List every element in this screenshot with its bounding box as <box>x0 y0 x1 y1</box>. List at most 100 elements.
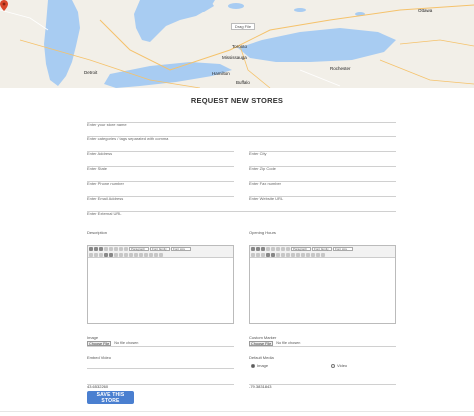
zip-field[interactable] <box>249 157 396 173</box>
email-field[interactable] <box>87 187 234 203</box>
bold-icon[interactable] <box>89 247 93 251</box>
save-store-button[interactable]: SAVE THIS STORE <box>87 391 134 404</box>
cut-icon[interactable] <box>89 252 93 257</box>
opening-hours-editor-toolbar: Paragraph Font family Font size <box>250 246 395 258</box>
image-icon[interactable] <box>306 252 310 257</box>
align-center-icon[interactable] <box>276 247 280 251</box>
cut-icon[interactable] <box>251 252 255 257</box>
categories-field[interactable] <box>87 127 396 143</box>
italic-icon[interactable] <box>256 247 260 251</box>
format-select[interactable]: Paragraph <box>129 247 149 251</box>
strikethrough-icon[interactable] <box>104 247 108 251</box>
bold-icon[interactable] <box>251 247 255 251</box>
align-right-icon[interactable] <box>281 247 285 251</box>
description-editor-toolbar: Paragraph Font family Font size <box>88 246 233 258</box>
bullet-list-icon[interactable] <box>266 252 270 257</box>
color-icon[interactable] <box>316 252 320 257</box>
external-url-input[interactable] <box>87 209 396 218</box>
code-icon[interactable] <box>311 252 315 257</box>
map-drag-button[interactable]: Drag File <box>231 23 255 30</box>
copy-icon[interactable] <box>256 252 260 257</box>
state-field[interactable] <box>87 157 234 173</box>
align-left-icon[interactable] <box>109 247 113 251</box>
opening-hours-editor[interactable]: Paragraph Font family Font size <box>249 245 396 324</box>
number-list-icon[interactable] <box>109 252 113 257</box>
map-label-hamilton: Hamilton <box>212 71 230 76</box>
marker-choose-file-button[interactable]: Choose File <box>249 340 274 346</box>
color-icon[interactable] <box>154 252 158 257</box>
copy-icon[interactable] <box>94 252 98 257</box>
city-field[interactable] <box>249 142 396 158</box>
image-file-field[interactable]: Choose File No file chosen <box>87 340 234 347</box>
store-name-field[interactable] <box>87 113 396 129</box>
number-list-icon[interactable] <box>271 252 275 257</box>
outdent-icon[interactable] <box>276 252 280 257</box>
phone-field[interactable] <box>87 172 234 188</box>
page-title: REQUEST NEW STORES <box>190 96 284 105</box>
image-file-status: No file chosen <box>114 341 139 345</box>
custom-marker-file-field[interactable]: Choose File No file chosen <box>249 340 396 347</box>
radio-selected-icon[interactable] <box>251 363 255 368</box>
longitude-field[interactable] <box>249 375 396 391</box>
map-label-detroit: Detroit <box>84 70 98 75</box>
link-icon[interactable] <box>296 252 300 257</box>
code-icon[interactable] <box>149 252 153 257</box>
undo-icon[interactable] <box>286 252 290 257</box>
font-size-select[interactable]: Font size <box>171 247 191 251</box>
description-label: Description <box>87 230 108 235</box>
map-label-toronto: Toronto <box>232 44 248 49</box>
image-icon[interactable] <box>144 252 148 257</box>
align-left-icon[interactable] <box>271 247 275 251</box>
table-icon[interactable] <box>159 252 163 257</box>
redo-icon[interactable] <box>291 252 295 257</box>
external-url-field[interactable] <box>87 202 396 218</box>
redo-icon[interactable] <box>129 252 133 257</box>
align-right-icon[interactable] <box>119 247 123 251</box>
bullet-list-icon[interactable] <box>104 252 108 257</box>
default-media-image-label: Image <box>257 363 269 368</box>
latitude-input[interactable] <box>87 382 234 391</box>
indent-icon[interactable] <box>281 252 285 257</box>
map-label-rochester: Rochester <box>330 66 351 71</box>
font-size-select[interactable]: Font size <box>333 247 353 251</box>
unlink-icon[interactable] <box>139 252 143 257</box>
italic-icon[interactable] <box>94 247 98 251</box>
undo-icon[interactable] <box>124 252 128 257</box>
map-label-mississauga: Mississauga <box>222 55 247 60</box>
format-select[interactable]: Paragraph <box>291 247 311 251</box>
store-map[interactable]: Toronto Mississauga Hamilton Buffalo Roc… <box>0 0 474 88</box>
indent-icon[interactable] <box>119 252 123 257</box>
fax-field[interactable] <box>249 172 396 188</box>
paste-icon[interactable] <box>99 252 103 257</box>
radio-unselected-icon[interactable] <box>331 363 335 368</box>
map-label-ottawa: Ottawa <box>418 8 433 13</box>
address-field[interactable] <box>87 142 234 158</box>
strikethrough-icon[interactable] <box>266 247 270 251</box>
footer-divider <box>0 411 474 412</box>
font-family-select[interactable]: Font family <box>150 247 170 251</box>
font-family-select[interactable]: Font family <box>312 247 332 251</box>
align-center-icon[interactable] <box>114 247 118 251</box>
align-justify-icon[interactable] <box>124 247 128 251</box>
opening-hours-textarea[interactable] <box>250 258 395 323</box>
marker-file-status: No file chosen <box>276 341 301 345</box>
embed-video-field[interactable] <box>87 360 234 376</box>
description-editor[interactable]: Paragraph Font family Font size <box>87 245 234 324</box>
table-icon[interactable] <box>321 252 325 257</box>
default-media-label: Default Media <box>249 355 274 360</box>
underline-icon[interactable] <box>99 247 103 251</box>
description-textarea[interactable] <box>88 258 233 323</box>
latitude-field[interactable] <box>87 375 234 391</box>
unlink-icon[interactable] <box>301 252 305 257</box>
map-pin-icon[interactable] <box>0 0 8 11</box>
longitude-input[interactable] <box>249 382 396 391</box>
image-choose-file-button[interactable]: Choose File <box>87 340 112 346</box>
default-media-image-option[interactable]: Image <box>251 363 268 368</box>
default-media-video-option[interactable]: Video <box>331 363 347 368</box>
website-field[interactable] <box>249 187 396 203</box>
link-icon[interactable] <box>134 252 138 257</box>
outdent-icon[interactable] <box>114 252 118 257</box>
underline-icon[interactable] <box>261 247 265 251</box>
paste-icon[interactable] <box>261 252 265 257</box>
align-justify-icon[interactable] <box>286 247 290 251</box>
